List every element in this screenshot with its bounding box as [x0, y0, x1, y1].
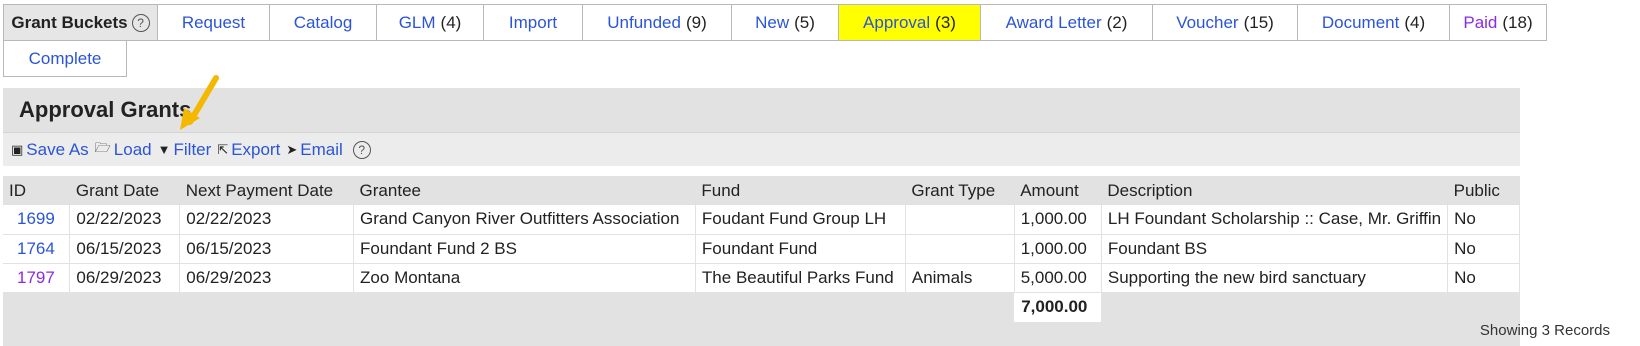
- help-icon[interactable]: ?: [352, 140, 371, 159]
- save-icon: ▣: [11, 141, 24, 157]
- filter-icon: ▼: [157, 142, 171, 157]
- tab-request[interactable]: Request: [157, 4, 270, 41]
- cell-next-payment-date: 06/15/2023: [179, 234, 355, 264]
- tab-new[interactable]: New (5): [731, 4, 839, 41]
- tab-glm[interactable]: GLM (4): [376, 4, 484, 41]
- toolbar: ▣ Save As 🗁 Load ▼ Filter ⇱ Export ➤ Ema…: [3, 132, 1520, 166]
- cell-grant-date: 06/15/2023: [69, 234, 181, 264]
- cell-grant-type: [905, 234, 1015, 264]
- send-icon: ➤: [286, 141, 298, 157]
- spacer: [3, 166, 1520, 176]
- grant-buckets-tabs: Grant Buckets ? Request Catalog GLM (4) I…: [3, 4, 1639, 77]
- tab-complete[interactable]: Complete: [3, 40, 127, 77]
- tab-unfunded[interactable]: Unfunded (9): [582, 4, 732, 41]
- cell-id[interactable]: 1699: [3, 205, 71, 235]
- tab-row-1: Grant Buckets ? Request Catalog GLM (4) I…: [3, 4, 1639, 41]
- total-spacer: [3, 292, 1015, 322]
- table-row: 1699 02/22/2023 02/22/2023 Grand Canyon …: [3, 205, 1520, 235]
- folder-icon: 🗁: [94, 139, 111, 155]
- tab-row-2: Complete: [3, 40, 1639, 77]
- grants-table: ID Grant Date Next Payment Date Grantee …: [3, 176, 1520, 322]
- grant-id-link[interactable]: 1797: [17, 268, 55, 287]
- cell-description: LH Foundant Scholarship :: Case, Mr. Gri…: [1101, 205, 1449, 235]
- table-row: 1797 06/29/2023 06/29/2023 Zoo Montana T…: [3, 263, 1520, 293]
- column-header-next-payment-date[interactable]: Next Payment Date: [179, 176, 354, 205]
- column-header-id[interactable]: ID: [3, 176, 70, 205]
- tab-document[interactable]: Document (4): [1297, 4, 1450, 41]
- cell-next-payment-date: 02/22/2023: [179, 205, 355, 235]
- cell-grantee: Zoo Montana: [353, 263, 696, 293]
- cell-description: Supporting the new bird sanctuary: [1101, 263, 1449, 293]
- table-header-row: ID Grant Date Next Payment Date Grantee …: [3, 176, 1520, 205]
- cell-grant-type: Animals: [905, 263, 1015, 293]
- cell-id[interactable]: 1797: [3, 263, 71, 293]
- approval-grants-panel: Approval Grants ▣ Save As 🗁 Load ▼ Filte…: [3, 88, 1520, 346]
- cell-next-payment-date: 06/29/2023: [179, 263, 355, 293]
- cell-grant-date: 06/29/2023: [69, 263, 181, 293]
- cell-amount: 1,000.00: [1014, 234, 1102, 264]
- column-header-amount[interactable]: Amount: [1014, 176, 1102, 205]
- export-button[interactable]: ⇱ Export: [217, 140, 280, 160]
- tab-voucher[interactable]: Voucher (15): [1152, 4, 1298, 41]
- export-icon: ⇱: [217, 141, 229, 157]
- record-count: Showing 3 Records: [1479, 322, 1610, 339]
- filter-button[interactable]: ▼ Filter: [158, 140, 212, 160]
- cell-fund: Foundant Fund: [695, 234, 906, 264]
- column-header-grant-date[interactable]: Grant Date: [69, 176, 180, 205]
- table-total-row: 7,000.00: [3, 292, 1520, 322]
- cell-grant-date: 02/22/2023: [69, 205, 181, 235]
- tab-approval[interactable]: Approval (3): [838, 4, 981, 41]
- cell-amount: 5,000.00: [1014, 263, 1102, 293]
- grant-id-link[interactable]: 1699: [17, 209, 55, 228]
- column-header-grantee[interactable]: Grantee: [353, 176, 696, 205]
- table-row: 1764 06/15/2023 06/15/2023 Foundant Fund…: [3, 234, 1520, 264]
- cell-grantee: Foundant Fund 2 BS: [353, 234, 696, 264]
- tab-catalog[interactable]: Catalog: [269, 4, 377, 41]
- grant-buckets-label: Grant Buckets ?: [3, 4, 158, 41]
- tab-import[interactable]: Import: [483, 4, 583, 41]
- load-button[interactable]: 🗁 Load: [95, 139, 152, 161]
- cell-grantee: Grand Canyon River Outfitters Associatio…: [353, 205, 696, 235]
- cell-description: Foundant BS: [1101, 234, 1449, 264]
- cell-amount: 1,000.00: [1014, 205, 1102, 235]
- column-header-description[interactable]: Description: [1101, 176, 1448, 205]
- cell-public: No: [1447, 234, 1520, 264]
- cell-public: No: [1447, 205, 1520, 235]
- help-icon[interactable]: ?: [131, 13, 150, 32]
- cell-fund: Foudant Fund Group LH: [695, 205, 906, 235]
- grant-id-link[interactable]: 1764: [17, 239, 55, 258]
- email-button[interactable]: ➤ Email: [286, 140, 342, 160]
- annotation-arrow-icon: [180, 75, 219, 130]
- cell-fund: The Beautiful Parks Fund: [695, 263, 906, 293]
- total-amount: 7,000.00: [1014, 292, 1102, 322]
- total-spacer: [1101, 292, 1520, 322]
- column-header-grant-type[interactable]: Grant Type: [905, 176, 1015, 205]
- cell-id[interactable]: 1764: [3, 234, 71, 264]
- cell-grant-type: [905, 205, 1015, 235]
- page-title: Approval Grants: [19, 97, 192, 122]
- column-header-fund[interactable]: Fund: [695, 176, 906, 205]
- cell-public: No: [1447, 263, 1520, 293]
- tab-award-letter[interactable]: Award Letter (2): [980, 4, 1153, 41]
- tab-paid[interactable]: Paid (18): [1449, 4, 1547, 41]
- column-header-public[interactable]: Public: [1447, 176, 1520, 205]
- save-as-button[interactable]: ▣ Save As: [11, 140, 89, 160]
